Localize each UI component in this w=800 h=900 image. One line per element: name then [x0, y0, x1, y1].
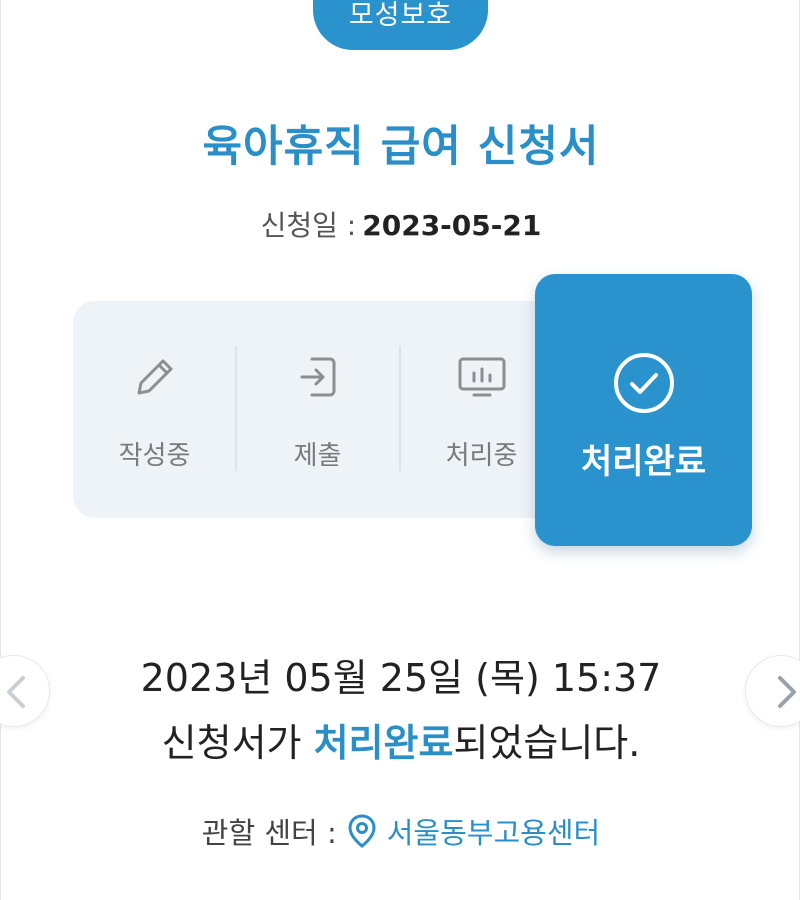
step-label-active: 처리완료: [580, 442, 707, 482]
pencil-icon: [137, 359, 172, 395]
step-label: 제출: [293, 441, 342, 471]
application-card: 모성보호 육아휴직 급여 신청서 신청일 :2023-05-21 작성중 제출: [0, 0, 800, 900]
status-message: 신청서가 처리완료되었습니다.: [1, 712, 800, 767]
step-submitted: 제출: [236, 301, 399, 518]
jurisdiction-center: 관할 센터 : 서울동부고용센터: [1, 810, 800, 852]
center-link[interactable]: 서울동부고용센터: [387, 810, 600, 852]
step-writing: 작성중: [73, 301, 236, 518]
category-tag: 모성보호: [313, 0, 488, 50]
status-message-suffix: 되었습니다.: [453, 721, 641, 765]
chevron-left-icon: [7, 676, 25, 708]
status-message-prefix: 신청서가: [161, 721, 314, 765]
processed-datetime: 2023년 05월 25일 (목) 15:37: [140, 656, 662, 700]
chevron-right-icon: [778, 676, 796, 708]
application-date-value: 2023-05-21: [362, 209, 542, 242]
step-completed: 처리완료: [535, 274, 752, 546]
location-pin-icon: [348, 814, 376, 848]
check-circle-icon: [613, 353, 674, 413]
submit-icon: [300, 357, 335, 397]
status-highlight: 처리완료: [313, 721, 454, 765]
processing-monitor-icon: [458, 357, 505, 397]
step-label: 처리중: [445, 441, 518, 471]
center-label: 관할 센터 :: [201, 816, 337, 850]
step-label: 작성중: [118, 441, 191, 471]
page-title: 육아휴직 급여 신청서: [202, 122, 600, 172]
application-date-label: 신청일 :: [260, 209, 357, 242]
application-date: 신청일 :2023-05-21: [1, 204, 800, 244]
